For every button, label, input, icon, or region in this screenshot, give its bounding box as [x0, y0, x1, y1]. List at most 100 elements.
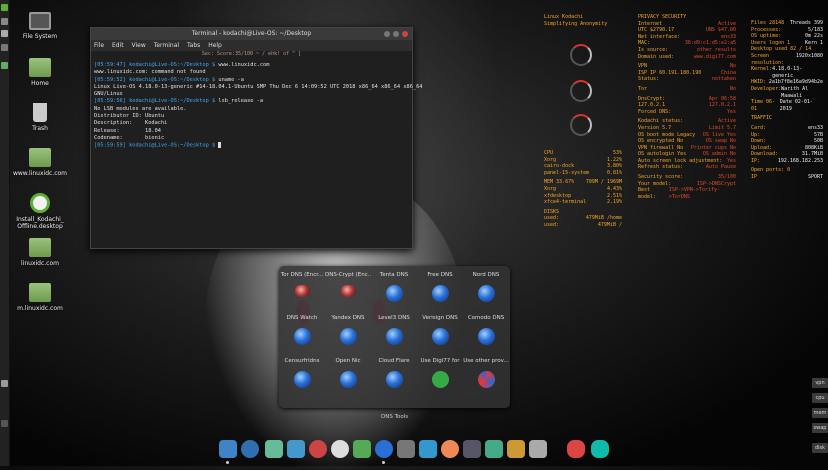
conky-row: Xorg 1.22%	[544, 157, 622, 164]
dns-option[interactable]: Use Digi77 for	[417, 358, 463, 401]
dns-option[interactable]: Comodo DNS	[463, 315, 509, 358]
conky-row: Refresh status: Auto Pause	[638, 164, 736, 171]
globe-icon	[340, 285, 356, 297]
dns-option[interactable]: DNS-Crypt (Enc...	[325, 272, 371, 315]
firewall-dock-icon[interactable]	[567, 440, 585, 458]
tools-dock-icon[interactable]	[397, 440, 415, 458]
dns-option[interactable]: Yandex DNS	[325, 315, 371, 358]
dns-option[interactable]: Tor DNS (Encr...	[279, 272, 325, 315]
dns-option[interactable]: Cloud Flare	[371, 358, 417, 401]
files-launcher-icon[interactable]	[1, 30, 8, 37]
desktop-icon-home[interactable]: Home	[8, 58, 72, 87]
terminal-text: Codename: bionic	[94, 134, 165, 141]
desktop-icon-filesystem[interactable]: File System	[8, 12, 72, 40]
menu-icon[interactable]	[1, 4, 8, 11]
utility-dock-icon[interactable]	[529, 440, 547, 458]
close-button[interactable]	[402, 31, 408, 37]
conky-row: DISKS	[544, 209, 622, 216]
dns-option[interactable]: Open Nic	[325, 358, 371, 401]
conky-value: 4.43%	[606, 185, 622, 192]
disk-widget[interactable]: disk	[812, 443, 828, 453]
network-icon[interactable]	[1, 380, 8, 387]
folder-icon	[29, 148, 51, 167]
mail-dock-icon[interactable]	[507, 440, 525, 458]
dns-option-label: Cloud Flare	[378, 358, 410, 364]
minimize-button[interactable]	[384, 31, 390, 37]
settings-dock-icon[interactable]	[265, 440, 283, 458]
desktop-icon-linuxidc[interactable]: linuxidc.com	[8, 238, 72, 267]
conky-label: panel-15-system	[544, 169, 590, 176]
menu-tabs[interactable]: Tabs	[187, 42, 200, 49]
mem-widget[interactable]: mem	[812, 408, 828, 418]
browser-launcher-icon[interactable]	[1, 44, 8, 51]
maximize-button[interactable]	[393, 31, 399, 37]
conky-value: ens33	[807, 124, 823, 131]
desktop-icon-label: Home	[31, 80, 49, 87]
conky-label: VPN	[638, 63, 648, 70]
app-dock-icon[interactable]	[287, 440, 305, 458]
cpu-widget[interactable]: cpu	[812, 393, 828, 403]
dns-option[interactable]: Censurfridns	[279, 358, 325, 401]
terminal-window[interactable]: Terminal - kodachi@Live-OS: ~/Desktop Fi…	[90, 27, 422, 249]
security-dock-icon[interactable]	[591, 440, 609, 458]
terminal-line: www.linuxidc.com: command not found	[94, 69, 409, 76]
globe-icon	[293, 371, 311, 388]
conky-label: Kernel:	[751, 66, 773, 73]
terminal-text: Distributor ID: Ubuntu	[94, 113, 165, 120]
dns-option[interactable]: DNS Watch	[279, 315, 325, 358]
desktop-icon-www-linuxidc[interactable]: www.linuxidc.com	[8, 148, 72, 177]
desktop-icon-label: Trash	[32, 125, 48, 132]
network-dock-icon[interactable]	[485, 440, 503, 458]
desktop-icon-install-kodachi[interactable]: Install_Kodachi_ Offline.desktop	[8, 193, 72, 230]
conky-row: UTC $2790.17 UNS $47.80	[638, 27, 736, 34]
conky-label: Kodachi status:	[638, 118, 684, 125]
menu-view[interactable]: View	[132, 42, 146, 49]
conky-value: 2a1b7f8e16a9d94b2e	[768, 79, 823, 86]
dns-option-label: Level3 DNS	[378, 315, 410, 321]
vpn-dock-icon[interactable]	[353, 440, 371, 458]
dns-option[interactable]: Nord DNS	[463, 272, 509, 315]
conky-label: DISKS	[544, 208, 560, 215]
dns-option[interactable]: Level3 DNS	[371, 315, 417, 358]
terminal-launcher-icon[interactable]	[1, 18, 8, 25]
conky-label: used:	[544, 221, 560, 228]
terminal-line: Linux Live-OS 4.18.0-13-generic #14-18.0…	[94, 84, 422, 91]
menu-edit[interactable]: Edit	[112, 42, 124, 49]
panel-app-icon[interactable]	[1, 62, 8, 69]
menu-terminal[interactable]: Terminal	[154, 42, 179, 49]
conky-row: Xorg 4.43%	[544, 186, 622, 193]
globe-icon	[293, 328, 311, 345]
globe-dock-icon[interactable]	[331, 440, 349, 458]
dns-option[interactable]: Verisign DNS	[417, 315, 463, 358]
terminal-dock-icon[interactable]	[463, 440, 481, 458]
dns-dock-icon[interactable]	[375, 440, 393, 458]
conky-value: 57B	[813, 131, 823, 138]
dns-option-label: Nord DNS	[472, 272, 500, 278]
terminal-menubar: File Edit View Terminal Tabs Help	[91, 40, 412, 51]
menu-help[interactable]: Help	[208, 42, 222, 49]
terminal-titlebar[interactable]: Terminal - kodachi@Live-OS: ~/Desktop	[91, 28, 412, 40]
clock-icon[interactable]	[1, 420, 8, 427]
dns-option[interactable]: Free DNS	[417, 272, 463, 315]
conky-row: used: 479MiB /	[544, 222, 622, 229]
dns-option[interactable]: Use other prov...	[463, 358, 509, 401]
files-dock-icon[interactable]	[219, 440, 237, 458]
browser-dock-icon[interactable]	[441, 440, 459, 458]
vpn-widget[interactable]: vpn	[812, 378, 828, 388]
shield-dock-icon[interactable]	[309, 440, 327, 458]
conky-label: HWID:	[751, 79, 767, 86]
conky-label: Your model:	[638, 180, 672, 187]
conky-row: DnsCrypt: Apr 06:58	[638, 96, 736, 103]
desktop-icon-m-linuxidc[interactable]: m.linuxidc.com	[8, 283, 72, 312]
swap-widget[interactable]: swap	[812, 423, 828, 433]
dns-option[interactable]: Tenta DNS	[371, 272, 417, 315]
search-dock-icon[interactable]	[241, 440, 259, 458]
desktop-icon-trash[interactable]: Trash	[8, 103, 72, 132]
conky-label: OS uptime:	[751, 33, 782, 40]
chat-dock-icon[interactable]	[419, 440, 437, 458]
conky-value: OS swap No	[705, 138, 736, 145]
conky-label: VPN firewall No	[638, 144, 684, 151]
menu-file[interactable]: File	[94, 42, 104, 49]
conky-row: Auto screen lock adjustment: Yes	[638, 158, 736, 165]
terminal-output[interactable]: [05:59:47] kodachi@Live-OS:~/Desktop $ w…	[91, 60, 422, 152]
